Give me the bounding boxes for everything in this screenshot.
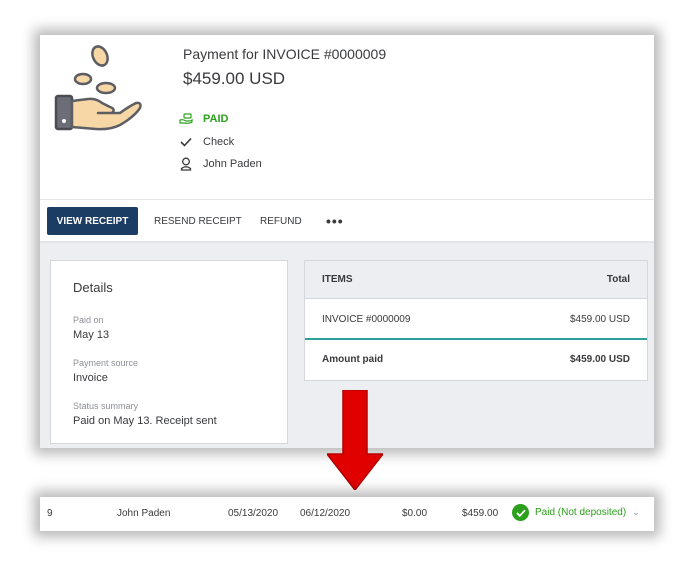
payment-customer: John Paden bbox=[179, 157, 262, 171]
row-due-date: 06/12/2020 bbox=[300, 508, 351, 519]
amount-paid-label: Amount paid bbox=[322, 354, 384, 365]
money-hand-icon bbox=[179, 112, 193, 126]
status-summary-value: Paid on May 13. Receipt sent bbox=[73, 415, 217, 427]
resend-receipt-button[interactable]: RESEND RECEIPT bbox=[154, 207, 242, 235]
paid-status: PAID bbox=[179, 112, 228, 126]
chevron-down-icon[interactable]: ⌄ bbox=[632, 507, 640, 518]
payment-customer-label: John Paden bbox=[203, 158, 262, 170]
paid-on-value: May 13 bbox=[73, 329, 110, 341]
payment-amount: $459.00 USD bbox=[183, 69, 286, 88]
payment-source-label: Payment source bbox=[73, 358, 139, 368]
paid-status-label: PAID bbox=[203, 113, 229, 125]
details-title: Details bbox=[73, 280, 113, 295]
items-header: ITEMS Total bbox=[305, 261, 647, 299]
view-receipt-button[interactable]: VIEW RECEIPT bbox=[47, 207, 138, 235]
more-actions-button[interactable]: ••• bbox=[326, 207, 344, 235]
refund-button[interactable]: REFUND bbox=[260, 207, 302, 235]
item-name: INVOICE #0000009 bbox=[322, 314, 411, 325]
row-customer: John Paden bbox=[117, 508, 171, 519]
row-number: 9 bbox=[47, 508, 53, 519]
status-label: Paid (Not deposited) bbox=[535, 507, 627, 518]
arrow-down-icon bbox=[327, 390, 383, 490]
hand-coins-icon bbox=[54, 45, 142, 131]
person-icon bbox=[179, 157, 193, 171]
item-total: $459.00 USD bbox=[569, 314, 630, 325]
items-card: ITEMS Total INVOICE #0000009 $459.00 USD… bbox=[304, 260, 648, 381]
payment-method-label: Check bbox=[203, 136, 235, 148]
table-row: INVOICE #0000009 $459.00 USD bbox=[305, 299, 647, 340]
table-row[interactable]: 9 John Paden 05/13/2020 06/12/2020 $0.00… bbox=[40, 497, 654, 531]
payment-source-value: Invoice bbox=[73, 372, 108, 384]
check-circle-icon bbox=[512, 504, 529, 521]
payment-panel: Payment for INVOICE #0000009 $459.00 USD… bbox=[40, 35, 654, 448]
row-date: 05/13/2020 bbox=[228, 508, 279, 519]
amount-paid-row: Amount paid $459.00 USD bbox=[305, 340, 647, 380]
items-column-header: ITEMS bbox=[322, 274, 353, 285]
amount-paid-value: $459.00 USD bbox=[569, 354, 630, 365]
check-icon bbox=[179, 135, 193, 149]
row-total: $459.00 bbox=[462, 508, 499, 519]
row-balance: $0.00 bbox=[402, 508, 428, 519]
status-summary-label: Status summary bbox=[73, 401, 139, 411]
action-bar: VIEW RECEIPT RESEND RECEIPT REFUND ••• bbox=[40, 199, 654, 243]
total-column-header: Total bbox=[606, 274, 630, 285]
status-badge[interactable]: Paid (Not deposited) ⌄ bbox=[512, 504, 640, 521]
paid-on-label: Paid on bbox=[73, 315, 104, 325]
payment-title: Payment for INVOICE #0000009 bbox=[183, 46, 387, 62]
details-card: Details Paid on May 13 Payment source In… bbox=[50, 260, 288, 444]
payment-method: Check bbox=[179, 135, 234, 149]
